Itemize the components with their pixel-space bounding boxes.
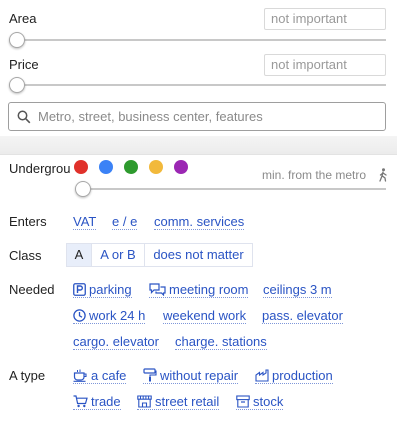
needed-option-pass-elevator[interactable]: pass. elevator <box>262 308 343 324</box>
metro-line-purple-dot[interactable] <box>174 160 188 174</box>
class-option-a-or-b[interactable]: A or B <box>91 243 145 267</box>
needed-label: Needed <box>9 282 55 297</box>
area-slider-track[interactable] <box>9 39 386 41</box>
cart-icon <box>73 395 88 408</box>
clock-icon <box>73 309 86 322</box>
type-option-trade[interactable]: trade <box>73 394 121 410</box>
needed-option-meeting-room[interactable]: meeting room <box>149 282 249 298</box>
enters-option-vat[interactable]: VAT <box>73 214 97 230</box>
type-option-label: production <box>272 368 333 383</box>
search-input[interactable]: Metro, street, business center, features <box>8 102 386 131</box>
paint-roller-icon <box>143 368 157 382</box>
type-option-stock[interactable]: stock <box>236 394 284 410</box>
price-slider-handle[interactable] <box>9 77 25 93</box>
needed-option-work-24h[interactable]: work 24 h <box>73 308 146 324</box>
metro-line-yellow-dot[interactable] <box>149 160 163 174</box>
price-label: Price <box>9 57 39 72</box>
parking-icon <box>73 283 86 296</box>
metro-line-red-dot[interactable] <box>74 160 88 174</box>
class-label: Class <box>9 248 42 263</box>
metro-distance-label: min. from the metro <box>262 168 367 182</box>
search-icon <box>17 110 31 123</box>
needed-option-label: work 24 h <box>89 308 146 323</box>
type-option-production[interactable]: production <box>255 368 333 384</box>
metro-line-blue-dot[interactable] <box>99 160 113 174</box>
price-value-field[interactable]: not important <box>264 54 386 76</box>
type-label: A type <box>9 368 46 383</box>
needed-option-label: parking <box>89 282 132 297</box>
chat-bubbles-icon <box>149 283 166 296</box>
type-option-without-repair[interactable]: without repair <box>143 368 239 384</box>
area-value-field[interactable]: not important <box>264 8 386 30</box>
storefront-icon <box>137 395 152 408</box>
needed-option-ceilings[interactable]: ceilings 3 m <box>263 282 332 298</box>
enters-label: Enters <box>9 214 47 229</box>
area-slider-handle[interactable] <box>9 32 25 48</box>
area-label: Area <box>9 11 37 26</box>
cup-icon <box>73 369 87 382</box>
enters-option-ee[interactable]: e / e <box>112 214 138 230</box>
type-option-label: stock <box>253 394 284 409</box>
class-option-a[interactable]: A <box>66 243 92 267</box>
type-option-label: a cafe <box>91 368 127 383</box>
type-option-label: street retail <box>155 394 220 409</box>
underground-label: Undergrou <box>9 161 71 176</box>
needed-option-cargo-elevator[interactable]: cargo. elevator <box>73 334 159 350</box>
factory-icon <box>255 369 269 382</box>
needed-option-parking[interactable]: parking <box>73 282 132 298</box>
needed-option-charge-stations[interactable]: charge. stations <box>175 334 267 350</box>
box-icon <box>236 395 250 408</box>
walking-icon <box>379 168 387 182</box>
search-placeholder: Metro, street, business center, features <box>38 109 263 124</box>
type-option-cafe[interactable]: a cafe <box>73 368 127 384</box>
enters-option-comm-services[interactable]: comm. services <box>154 214 245 230</box>
type-option-street-retail[interactable]: street retail <box>137 394 220 410</box>
metro-line-green-dot[interactable] <box>124 160 138 174</box>
price-slider-track[interactable] <box>9 84 386 86</box>
type-option-label: trade <box>91 394 121 409</box>
map-strip <box>0 136 397 155</box>
metro-distance-track[interactable] <box>75 188 386 190</box>
needed-option-label: meeting room <box>169 282 249 297</box>
metro-distance-handle[interactable] <box>75 181 91 197</box>
class-option-does-not-matter[interactable]: does not matter <box>144 243 253 267</box>
needed-option-weekend-work[interactable]: weekend work <box>163 308 247 324</box>
type-option-label: without repair <box>160 368 239 383</box>
